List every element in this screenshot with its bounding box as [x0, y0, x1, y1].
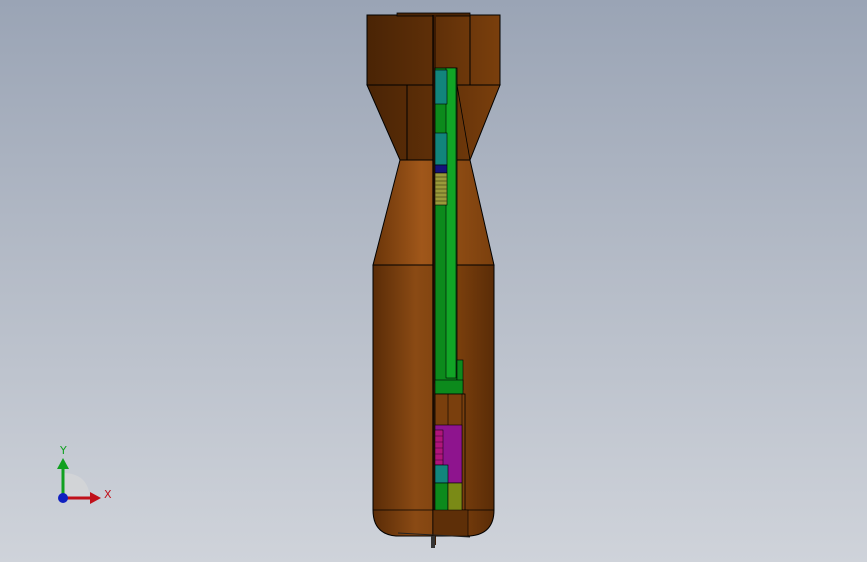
graphics-viewport[interactable]: Y X — [0, 0, 867, 562]
triad-plane — [63, 473, 90, 498]
coordinate-triad: Y X — [57, 444, 112, 504]
bomb-section-model[interactable] — [0, 0, 867, 562]
y-axis-label: Y — [59, 444, 67, 457]
z-axis-dot — [58, 493, 68, 503]
x-axis-label: X — [104, 488, 112, 501]
